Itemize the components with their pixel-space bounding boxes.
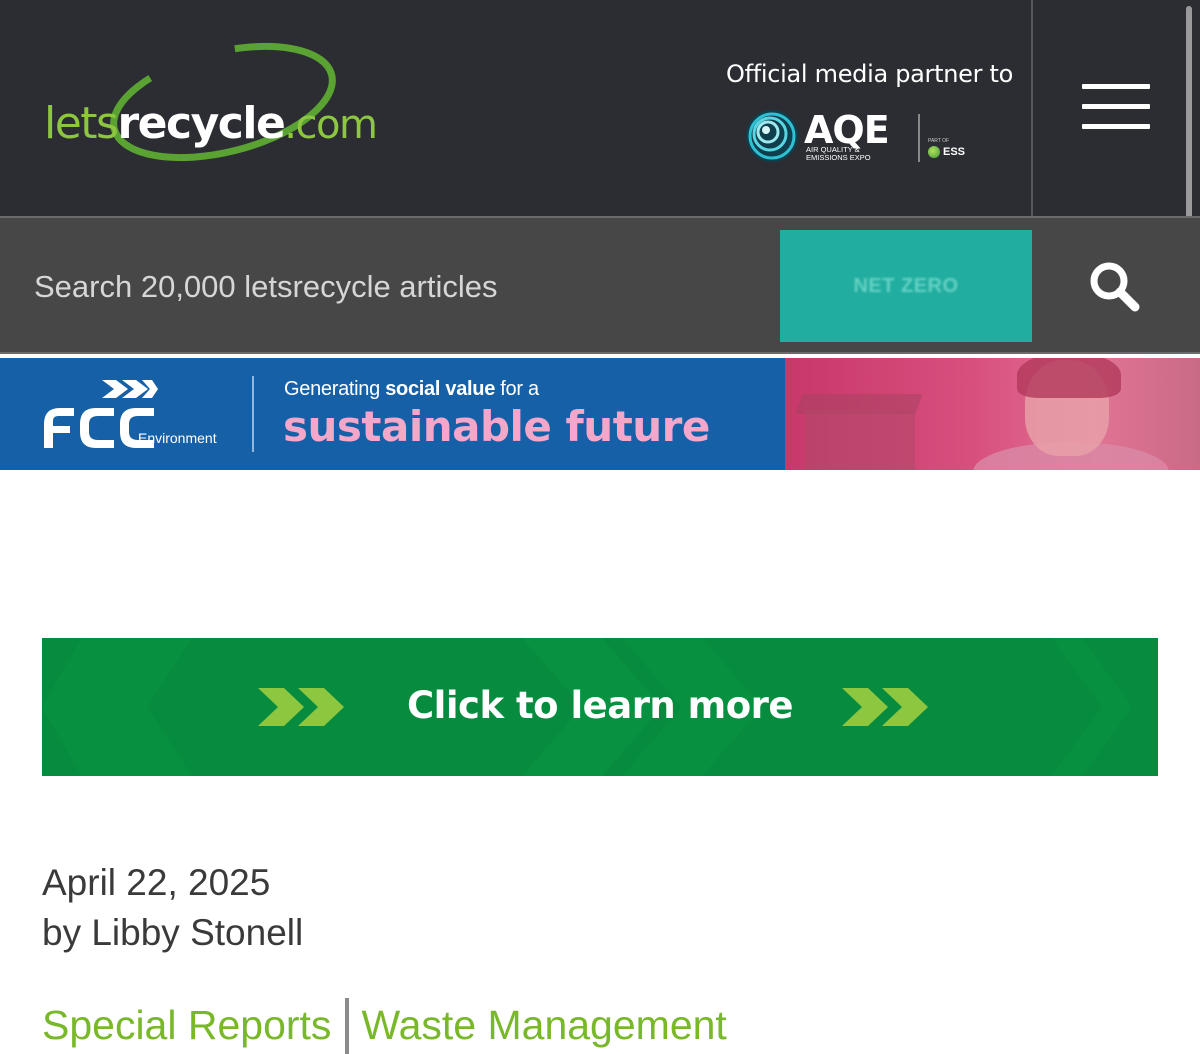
aqe-subtitle-line2: EMISSIONS EXPO — [806, 153, 871, 162]
aqe-subtitle: AIR QUALITY & EMISSIONS EXPO — [806, 146, 896, 162]
search-bar: NET ZERO — [0, 216, 1200, 354]
fcc-environment-label: Environment — [138, 430, 217, 446]
photo-person-hair — [1017, 358, 1121, 398]
category-link-waste-management[interactable]: Waste Management — [361, 998, 726, 1052]
ess-part-of-label: PART OF — [928, 138, 950, 144]
hamburger-menu-button[interactable] — [1070, 76, 1162, 136]
click-to-learn-more-banner[interactable]: Click to learn more — [42, 638, 1158, 776]
fcc-tagline-bold: social value — [385, 378, 496, 400]
net-zero-label: NET ZERO — [853, 274, 959, 297]
ess-logo[interactable]: ESS — [928, 146, 965, 158]
search-icon — [1090, 262, 1140, 312]
aqe-swirl-icon[interactable] — [744, 108, 804, 164]
hamburger-line-3 — [1082, 124, 1150, 129]
article-categories: Special Reports Waste Management — [42, 998, 727, 1054]
cta-label: Click to learn more — [407, 684, 793, 727]
fcc-tagline-post: for a — [495, 378, 539, 400]
category-link-special-reports[interactable]: Special Reports — [42, 998, 331, 1052]
search-input[interactable] — [34, 262, 754, 312]
partner-label: Official media partner to — [726, 60, 1013, 88]
logo-text-com: .com — [284, 102, 378, 148]
logo-text: letsrecycle.com — [44, 98, 378, 149]
hamburger-line-1 — [1082, 84, 1150, 89]
article-author: by Libby Stonell — [42, 912, 304, 953]
site-logo[interactable]: letsrecycle.com — [40, 36, 400, 186]
site-header: letsrecycle.com Official media partner t… — [0, 0, 1200, 216]
logo-text-recycle: recycle — [117, 98, 285, 149]
category-separator — [345, 998, 350, 1054]
fcc-tagline-line2: sustainable future — [283, 402, 710, 451]
ess-logo-text: ESS — [943, 146, 966, 158]
fcc-tagline-pre: Generating — [284, 378, 386, 400]
double-chevron-right-icon — [842, 688, 928, 726]
fcc-banner-photo — [785, 358, 1200, 470]
article-date: April 22, 2025 — [42, 862, 271, 903]
fcc-environment-ad-banner[interactable]: Environment Generating social value for … — [0, 358, 1200, 470]
search-button[interactable] — [1060, 244, 1170, 330]
partner-divider — [918, 114, 920, 162]
photo-house — [805, 410, 915, 470]
ess-globe-icon — [928, 146, 940, 158]
hamburger-line-2 — [1082, 104, 1150, 109]
net-zero-promo-button[interactable]: NET ZERO — [780, 230, 1032, 342]
fcc-tagline-line1: Generating social value for a — [284, 378, 539, 401]
fcc-separator — [252, 376, 254, 452]
logo-text-lets: lets — [44, 98, 119, 149]
